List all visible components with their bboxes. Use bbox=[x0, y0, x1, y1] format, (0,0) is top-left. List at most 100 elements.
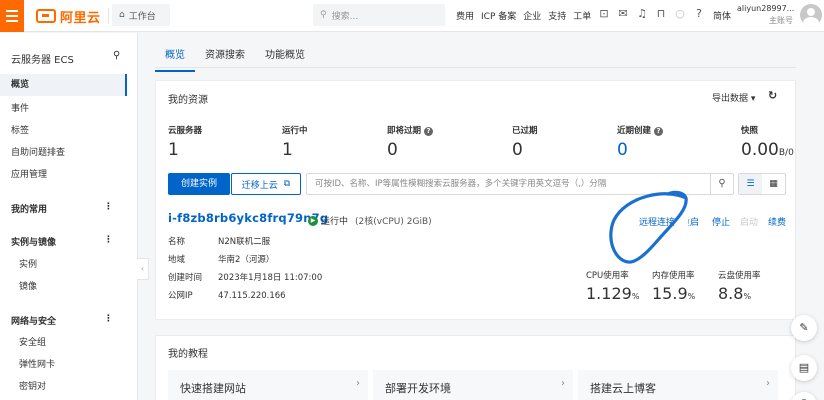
user-info[interactable]: aliyun28997... 主账号 bbox=[737, 4, 794, 26]
search-icon[interactable]: ⚲ bbox=[113, 50, 120, 61]
my-tutorials-card: 我的教程 快速搭建网站 › 部署开发环境 › 搭建云上博客 › bbox=[155, 335, 796, 400]
sidebar-item-events[interactable]: 事件 bbox=[11, 101, 29, 114]
terminal-icon[interactable]: ⊡ bbox=[598, 8, 610, 20]
top-icons: ⊡ ✉ ♫ ⊓ ○ ? bbox=[598, 8, 705, 20]
sidebar-item-tags[interactable]: 标签 bbox=[11, 123, 29, 136]
sidebar-group-favorites[interactable]: 我的常用 bbox=[11, 202, 47, 215]
view-toggle: ☰ ▦ bbox=[738, 173, 786, 195]
tutorial-dev-env[interactable]: 部署开发环境 › bbox=[373, 370, 573, 400]
start-button: 启动 bbox=[740, 218, 759, 228]
metric-disk: 云盘使用率 8.8% bbox=[718, 269, 761, 303]
sidebar: 云服务器 ECS ⚲ 概览 事件 标签 自助问题排查 应用管理 我的常用 ⋮ 实… bbox=[0, 33, 138, 400]
export-data-dropdown[interactable]: 导出数据 ▾ bbox=[712, 91, 755, 104]
question-icon[interactable]: ? bbox=[653, 127, 663, 136]
field-public-ip: 公网IP 47.115.220.166 bbox=[168, 289, 286, 301]
stat-expiring[interactable]: 即将过期 ? 0 bbox=[387, 124, 433, 160]
refresh-icon[interactable]: ↻ bbox=[768, 89, 777, 102]
grid-view-icon[interactable]: ▦ bbox=[762, 174, 785, 194]
sidebar-item-overview[interactable]: 概览 bbox=[0, 74, 127, 96]
language-switch[interactable]: 简体 bbox=[713, 9, 731, 22]
search-placeholder: 搜索... bbox=[331, 11, 359, 22]
sidebar-item-troubleshoot[interactable]: 自助问题排查 bbox=[11, 145, 65, 158]
field-created: 创建时间 2023年1月18日 11:07:00 bbox=[168, 271, 322, 283]
help-icon[interactable]: ? bbox=[693, 8, 705, 20]
stat-snapshots[interactable]: 快照 0.00B/0 bbox=[741, 124, 794, 160]
stop-button[interactable]: 停止 bbox=[712, 215, 730, 228]
cart-icon[interactable]: ⊓ bbox=[655, 8, 667, 20]
more-icon[interactable]: ⋮ bbox=[104, 314, 113, 324]
metric-value: 15.9 bbox=[652, 284, 688, 303]
link-ticket[interactable]: 工单 bbox=[573, 9, 591, 22]
search-icon[interactable]: ⚲ bbox=[710, 174, 733, 194]
tutorial-blog[interactable]: 搭建云上博客 › bbox=[578, 370, 778, 400]
sidebar-item-app-management[interactable]: 应用管理 bbox=[11, 167, 47, 180]
sidebar-item-images[interactable]: 镜像 bbox=[19, 279, 37, 292]
global-search-input[interactable]: ⚲ 搜索... bbox=[313, 4, 445, 26]
workbench-button[interactable]: ⌂ 工作台 bbox=[112, 4, 170, 26]
stat-value: 0.00 bbox=[741, 140, 779, 160]
renew-button[interactable]: 续费 bbox=[768, 215, 786, 228]
aliyun-logo[interactable]: 阿里云 bbox=[36, 7, 101, 26]
more-icon[interactable]: ⋮ bbox=[104, 235, 113, 245]
message-icon[interactable]: ✉ bbox=[617, 8, 629, 20]
metric-cpu: CPU使用率 1.129% bbox=[586, 269, 639, 303]
sidebar-group-network-security[interactable]: 网络与安全 bbox=[11, 314, 56, 327]
metric-value: 1.129 bbox=[586, 284, 632, 303]
sidebar-title: 云服务器 ECS bbox=[11, 55, 74, 66]
link-support[interactable]: 支持 bbox=[548, 9, 566, 22]
sidebar-collapse-button[interactable]: ‹ bbox=[137, 258, 149, 280]
tutorial-label: 搭建云上博客 bbox=[590, 382, 656, 395]
status-text: 运行中 bbox=[321, 217, 349, 227]
export-label: 导出数据 bbox=[712, 94, 749, 104]
stat-servers[interactable]: 云服务器 1 bbox=[168, 124, 202, 160]
top-links: 费用 ICP 备案 企业 支持 工单 bbox=[456, 9, 591, 22]
sidebar-item-instances[interactable]: 实例 bbox=[19, 257, 37, 270]
restart-button[interactable]: 重启 bbox=[688, 215, 699, 228]
link-enterprise[interactable]: 企业 bbox=[523, 9, 541, 22]
menu-icon[interactable] bbox=[0, 0, 24, 32]
divider bbox=[108, 8, 109, 24]
sidebar-item-keypairs[interactable]: 密钥对 bbox=[19, 379, 46, 392]
field-name: 名称 N2N联机二服 bbox=[168, 235, 270, 247]
stat-unit: B/0 bbox=[778, 148, 794, 158]
stat-value: 0 bbox=[387, 140, 398, 160]
question-icon[interactable]: ? bbox=[423, 127, 433, 136]
tutorial-build-website[interactable]: 快速搭建网站 › bbox=[168, 370, 368, 400]
edit-icon[interactable]: ✎ bbox=[791, 315, 817, 341]
lightbulb-icon[interactable]: ○ bbox=[674, 8, 686, 20]
instance-filter-input[interactable]: 可按ID、名称、IP等属性模糊搜索云服务器，多个关键字用英文逗号（,）分隔 bbox=[306, 173, 734, 195]
sidebar-item-eni[interactable]: 弹性网卡 bbox=[19, 357, 55, 370]
metric-unit: % bbox=[687, 292, 696, 301]
caret-down-icon: ▾ bbox=[750, 94, 756, 104]
remote-connect-button[interactable]: 远程连接 bbox=[639, 215, 675, 228]
list-view-icon[interactable]: ☰ bbox=[739, 174, 762, 194]
link-icp[interactable]: ICP 备案 bbox=[481, 9, 516, 22]
stat-running[interactable]: 运行中 1 bbox=[282, 124, 308, 160]
stat-label: 云服务器 bbox=[168, 126, 203, 136]
my-resources-card: 我的资源 导出数据 ▾ ↻ 云服务器 1 运行中 1 即将过期 ? 0 已过期 … bbox=[155, 80, 796, 320]
field-region: 地域 华南2（河源） bbox=[168, 253, 274, 265]
top-bar: 阿里云 ⌂ 工作台 ⚲ 搜索... 费用 ICP 备案 企业 支持 工单 ⊡ ✉… bbox=[0, 0, 824, 32]
field-value: 47.115.220.166 bbox=[218, 291, 286, 301]
field-key: 地域 bbox=[168, 255, 186, 265]
metric-label: 内存使用率 bbox=[652, 271, 695, 281]
create-instance-button[interactable]: 创建实例 bbox=[168, 173, 230, 195]
divider bbox=[155, 67, 796, 68]
migrate-button[interactable]: 迁移上云 ⧉ bbox=[231, 173, 301, 195]
stat-recently-created[interactable]: 近期创建 ? 0 bbox=[617, 124, 663, 160]
stat-expired[interactable]: 已过期 0 bbox=[512, 124, 538, 160]
more-icon[interactable]: ⋮ bbox=[104, 202, 113, 212]
search-icon: ⚲ bbox=[320, 10, 327, 20]
instance-status: ▶ 运行中 (2核(vCPU) 2GiB) bbox=[308, 214, 432, 227]
bell-icon[interactable]: ♫ bbox=[636, 8, 648, 20]
chat-icon[interactable]: ▤ bbox=[791, 355, 817, 381]
avatar[interactable] bbox=[800, 4, 822, 26]
link-billing[interactable]: 费用 bbox=[456, 9, 474, 22]
sidebar-item-security-groups[interactable]: 安全组 bbox=[19, 335, 46, 348]
stat-label: 近期创建 bbox=[617, 126, 652, 136]
chevron-right-icon: › bbox=[766, 378, 770, 389]
instance-id-link[interactable]: i-f8zb8rb6ykc8frq79n7g bbox=[168, 211, 328, 225]
stat-value: 0 bbox=[512, 140, 523, 160]
external-link-icon: ⧉ bbox=[283, 179, 291, 189]
sidebar-group-instances-images[interactable]: 实例与镜像 bbox=[11, 235, 56, 248]
